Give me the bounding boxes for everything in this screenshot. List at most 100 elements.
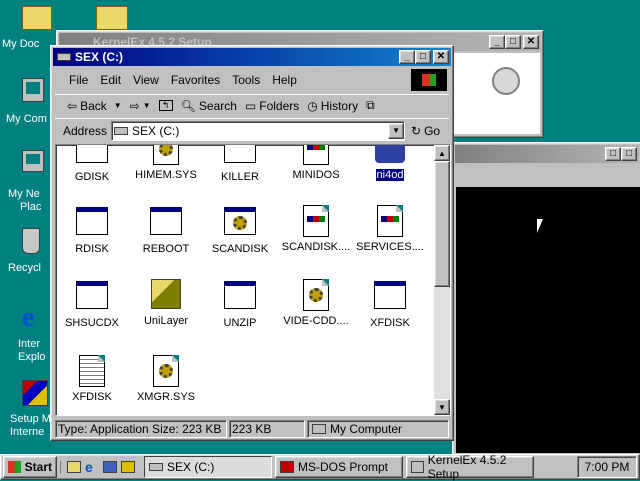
address-label: Address bbox=[63, 123, 108, 138]
document-icon bbox=[303, 205, 329, 237]
menu-file[interactable]: File bbox=[69, 73, 88, 87]
scroll-thumb[interactable] bbox=[434, 161, 450, 287]
internet-explorer-icon[interactable]: e bbox=[85, 460, 99, 474]
go-label: Go bbox=[424, 123, 441, 138]
explorer-window[interactable]: SEX (C:) _ □ ✕ File Edit View Favorites … bbox=[50, 45, 454, 441]
taskbar-button-msdos[interactable]: MS-DOS Prompt bbox=[275, 456, 403, 478]
chevron-down-icon[interactable]: ▼ bbox=[143, 101, 151, 110]
scroll-down-button[interactable]: ▼ bbox=[434, 399, 450, 415]
config-file-icon bbox=[153, 145, 179, 165]
notepad-icon bbox=[79, 355, 105, 387]
file-item[interactable]: MINIDOS bbox=[278, 145, 354, 181]
application-window-icon bbox=[76, 145, 108, 163]
minimize-button[interactable]: _ bbox=[489, 35, 505, 49]
status-size: 223 KB bbox=[229, 420, 305, 438]
folder-icon[interactable] bbox=[96, 6, 128, 30]
close-button[interactable]: ✕ bbox=[433, 50, 449, 64]
back-button[interactable]: ⇦ Back ▼ bbox=[67, 99, 122, 113]
drive-icon bbox=[149, 463, 163, 471]
file-item[interactable]: SHSUCDX bbox=[56, 279, 130, 329]
minimize-button[interactable]: _ bbox=[399, 50, 415, 64]
file-item[interactable]: SERVICES.... bbox=[352, 205, 428, 253]
restore-button[interactable]: □ bbox=[621, 147, 637, 161]
taskbar-button-kernelex[interactable]: KernelEx 4.5.2 Setup bbox=[406, 453, 534, 481]
file-item[interactable]: VIDE-CDD.... bbox=[278, 279, 354, 327]
chevron-down-icon[interactable]: ▼ bbox=[114, 101, 122, 110]
file-item[interactable]: XMGR.SYS bbox=[128, 355, 204, 403]
drive-icon bbox=[114, 126, 129, 135]
file-item[interactable]: SCANDISK.... bbox=[278, 205, 354, 253]
menu-favorites[interactable]: Favorites bbox=[171, 73, 220, 87]
file-item-selected[interactable]: ni4od bbox=[352, 145, 428, 182]
folder-icon bbox=[22, 6, 52, 30]
desktop-icon-label: Explo bbox=[18, 351, 46, 363]
history-button[interactable]: ◷ History bbox=[307, 99, 358, 113]
maximize-button[interactable]: □ bbox=[505, 35, 521, 49]
application-window-icon bbox=[374, 281, 406, 309]
close-button[interactable]: ✕ bbox=[523, 35, 539, 49]
folders-button[interactable]: ▭ Folders bbox=[245, 99, 299, 113]
start-button[interactable]: Start bbox=[3, 456, 57, 478]
up-folder-button[interactable]: ↰ bbox=[158, 100, 173, 111]
move-to-button[interactable]: ⧉ bbox=[366, 98, 375, 113]
file-name: KILLER bbox=[221, 171, 259, 183]
desktop-icon-label: Setup M bbox=[10, 413, 51, 425]
menu-edit[interactable]: Edit bbox=[100, 73, 121, 87]
desktop-icon-label: Interne bbox=[10, 426, 45, 438]
go-button[interactable]: ↻ Go bbox=[411, 124, 440, 138]
file-list[interactable]: GDISK HIMEM.SYS KILLER MINIDOS ni4od RDI… bbox=[55, 144, 451, 416]
up-folder-icon: ↰ bbox=[158, 100, 173, 111]
back-label: Back bbox=[80, 98, 107, 113]
drive-icon bbox=[57, 53, 71, 61]
menu-help[interactable]: Help bbox=[272, 73, 297, 87]
maximize-button[interactable]: □ bbox=[605, 147, 621, 161]
file-item[interactable]: RDISK bbox=[56, 205, 130, 255]
search-label: Search bbox=[198, 98, 237, 113]
file-name: SERVICES.... bbox=[356, 241, 424, 253]
address-field[interactable]: SEX (C:) ▼ bbox=[111, 120, 406, 141]
file-item[interactable]: UNZIP bbox=[202, 279, 278, 329]
config-file-icon bbox=[303, 279, 329, 311]
file-item[interactable]: UniLayer bbox=[128, 279, 204, 327]
system-tray-clock[interactable]: 7:00 PM bbox=[577, 456, 637, 478]
task-label: MS-DOS Prompt bbox=[298, 460, 389, 474]
media-player-icon[interactable] bbox=[121, 461, 135, 473]
file-item[interactable]: SCANDISK bbox=[202, 205, 278, 255]
file-item[interactable]: HIMEM.SYS bbox=[128, 145, 204, 181]
file-item[interactable]: KILLER bbox=[202, 145, 278, 183]
search-button[interactable]: 🔍︎ Search bbox=[181, 99, 237, 113]
desktop-icon[interactable] bbox=[67, 461, 81, 473]
file-name: GDISK bbox=[74, 171, 110, 183]
msdos-prompt-window[interactable]: □ □ bbox=[452, 142, 640, 456]
forward-button[interactable]: ⇨ ▼ bbox=[130, 99, 151, 113]
scroll-up-button[interactable]: ▲ bbox=[434, 145, 450, 161]
address-dropdown-button[interactable]: ▼ bbox=[388, 122, 405, 139]
menu-view[interactable]: View bbox=[133, 73, 159, 87]
history-label: History bbox=[320, 98, 359, 113]
file-name: XFDISK bbox=[370, 317, 410, 329]
file-item[interactable]: XFDISK bbox=[352, 279, 428, 329]
taskbar-button-explorer[interactable]: SEX (C:) bbox=[144, 456, 272, 478]
history-icon: ◷ bbox=[307, 98, 318, 113]
application-window-icon bbox=[76, 207, 108, 235]
file-item[interactable]: XFDISK bbox=[56, 355, 130, 403]
desktop-icon-label: Inter bbox=[18, 338, 41, 350]
document-icon bbox=[377, 205, 403, 237]
channels-icon[interactable] bbox=[103, 461, 117, 473]
status-type: Type: Application Size: 223 KB bbox=[55, 420, 227, 438]
vertical-scrollbar[interactable]: ▲ ▼ bbox=[434, 145, 450, 415]
application-window-icon bbox=[224, 281, 256, 309]
file-name: UNZIP bbox=[223, 317, 257, 329]
file-item[interactable]: GDISK bbox=[56, 145, 130, 183]
search-icon: 🔍︎ bbox=[180, 98, 196, 113]
file-name: REBOOT bbox=[142, 243, 190, 255]
file-item[interactable]: REBOOT bbox=[128, 205, 204, 255]
menu-bar: File Edit View Favorites Tools Help bbox=[55, 70, 409, 90]
msdos-title-bar[interactable]: □ □ bbox=[455, 145, 639, 163]
file-name: SCANDISK bbox=[211, 243, 269, 255]
menu-tools[interactable]: Tools bbox=[232, 73, 260, 87]
maximize-button[interactable]: □ bbox=[415, 50, 431, 64]
task-label: KernelEx 4.5.2 Setup bbox=[427, 453, 507, 481]
explorer-title-bar[interactable]: SEX (C:) _ □ ✕ bbox=[53, 48, 451, 66]
folders-label: Folders bbox=[259, 98, 300, 113]
